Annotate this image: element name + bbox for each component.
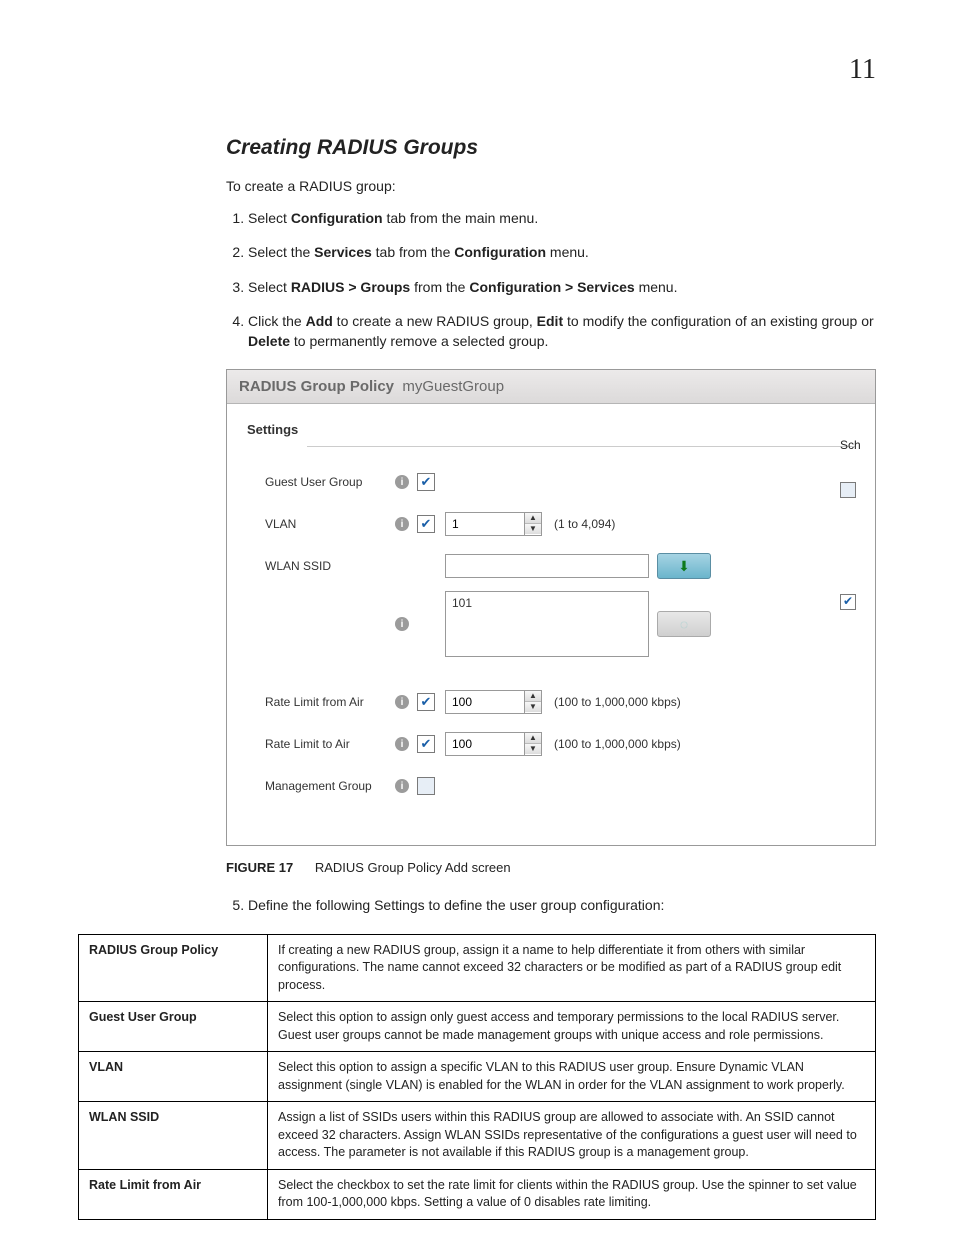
info-icon[interactable]: i <box>395 517 409 531</box>
spin-down-icon[interactable]: ▼ <box>525 744 541 754</box>
step-1: Select Configuration tab from the main m… <box>248 208 876 228</box>
side-checkbox-2[interactable]: ✔ <box>840 594 856 610</box>
label-guest-user-group: Guest User Group <box>265 475 395 489</box>
info-icon[interactable]: i <box>395 695 409 709</box>
value-cell: Select this option to assign only guest … <box>268 1002 876 1052</box>
section-heading: Creating RADIUS Groups <box>226 136 876 160</box>
step-4: Click the Add to create a new RADIUS gro… <box>248 311 876 352</box>
ssid-input[interactable] <box>445 554 649 578</box>
mgmt-checkbox[interactable] <box>417 777 435 795</box>
label-rate-to: Rate Limit to Air <box>265 737 395 751</box>
key-cell: RADIUS Group Policy <box>79 934 268 1002</box>
rate-from-checkbox[interactable]: ✔ <box>417 693 435 711</box>
key-cell: WLAN SSID <box>79 1102 268 1170</box>
table-row: Rate Limit from AirSelect the checkbox t… <box>79 1169 876 1219</box>
remove-icon: ◌ <box>680 616 688 632</box>
rate-from-hint: (100 to 1,000,000 kbps) <box>554 695 681 709</box>
vlan-input[interactable] <box>446 513 524 535</box>
settings-definition-table: RADIUS Group PolicyIf creating a new RAD… <box>78 934 876 1220</box>
steps-list: Select Configuration tab from the main m… <box>226 208 876 351</box>
fieldset-label: Settings <box>247 422 855 437</box>
figure-caption: FIGURE 17 RADIUS Group Policy Add screen <box>226 860 876 875</box>
value-cell: Select the checkbox to set the rate limi… <box>268 1169 876 1219</box>
step-2: Select the Services tab from the Configu… <box>248 242 876 262</box>
ssid-listbox[interactable]: 101 <box>445 591 649 657</box>
policy-name: myGuestGroup <box>402 378 504 395</box>
rate-from-spinner[interactable]: ▲▼ <box>445 690 542 714</box>
value-cell: Assign a list of SSIDs users within this… <box>268 1102 876 1170</box>
key-cell: Guest User Group <box>79 1002 268 1052</box>
rate-to-hint: (100 to 1,000,000 kbps) <box>554 737 681 751</box>
label-mgmt-group: Management Group <box>265 779 395 793</box>
spin-up-icon[interactable]: ▲ <box>525 513 541 524</box>
rate-to-checkbox[interactable]: ✔ <box>417 735 435 753</box>
table-row: WLAN SSIDAssign a list of SSIDs users wi… <box>79 1102 876 1170</box>
info-icon[interactable]: i <box>395 475 409 489</box>
rate-to-input[interactable] <box>446 733 524 755</box>
figure-number: FIGURE 17 <box>226 860 293 875</box>
vlan-hint: (1 to 4,094) <box>554 517 615 531</box>
key-cell: Rate Limit from Air <box>79 1169 268 1219</box>
guest-checkbox[interactable]: ✔ <box>417 473 435 491</box>
table-row: Guest User GroupSelect this option to as… <box>79 1002 876 1052</box>
page-number: 11 <box>849 54 876 86</box>
spin-up-icon[interactable]: ▲ <box>525 733 541 744</box>
step-3: Select RADIUS > Groups from the Configur… <box>248 277 876 297</box>
spin-up-icon[interactable]: ▲ <box>525 691 541 702</box>
spin-down-icon[interactable]: ▼ <box>525 702 541 712</box>
arrow-down-icon: ⬇ <box>678 558 690 575</box>
figure-text: RADIUS Group Policy Add screen <box>315 860 511 875</box>
spin-down-icon[interactable]: ▼ <box>525 524 541 534</box>
step-5: Define the following Settings to define … <box>248 895 876 915</box>
table-row: VLANSelect this option to assign a speci… <box>79 1052 876 1102</box>
key-cell: VLAN <box>79 1052 268 1102</box>
info-icon[interactable]: i <box>395 779 409 793</box>
panel-title: RADIUS Group Policy <box>239 378 394 395</box>
vlan-checkbox[interactable]: ✔ <box>417 515 435 533</box>
radius-policy-panel: RADIUS Group Policy myGuestGroup Sch ✔ S… <box>226 369 876 846</box>
label-wlan-ssid: WLAN SSID <box>265 559 395 573</box>
value-cell: Select this option to assign a specific … <box>268 1052 876 1102</box>
side-checkbox-1[interactable] <box>840 482 856 498</box>
table-row: RADIUS Group PolicyIf creating a new RAD… <box>79 934 876 1002</box>
label-vlan: VLAN <box>265 517 395 531</box>
info-icon[interactable]: i <box>395 617 409 631</box>
info-icon[interactable]: i <box>395 737 409 751</box>
value-cell: If creating a new RADIUS group, assign i… <box>268 934 876 1002</box>
label-rate-from: Rate Limit from Air <box>265 695 395 709</box>
intro-text: To create a RADIUS group: <box>226 178 876 194</box>
ssid-remove-button[interactable]: ◌ <box>657 611 711 637</box>
panel-header: RADIUS Group Policy myGuestGroup <box>227 370 875 404</box>
ssid-add-button[interactable]: ⬇ <box>657 553 711 579</box>
steps-list-cont: Define the following Settings to define … <box>226 895 876 915</box>
rate-to-spinner[interactable]: ▲▼ <box>445 732 542 756</box>
side-clip: Sch ✔ <box>840 438 878 610</box>
vlan-spinner[interactable]: ▲▼ <box>445 512 542 536</box>
rate-from-input[interactable] <box>446 691 524 713</box>
